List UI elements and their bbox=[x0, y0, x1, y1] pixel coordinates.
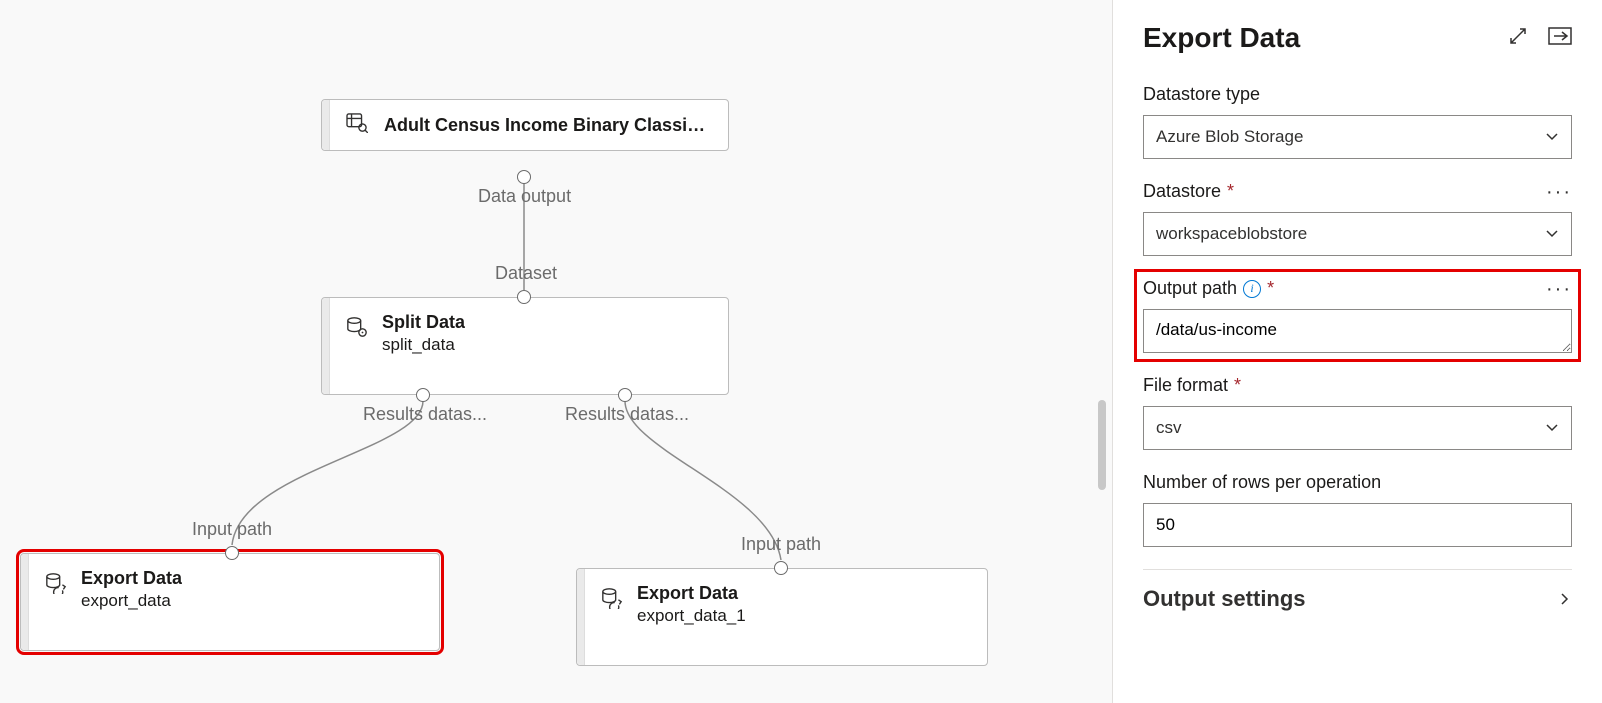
node-accent-bar bbox=[322, 298, 330, 394]
chevron-right-icon bbox=[1558, 592, 1572, 606]
select-value: workspaceblobstore bbox=[1156, 224, 1307, 244]
node-accent-bar bbox=[322, 100, 330, 150]
field-label: Datastore bbox=[1143, 181, 1221, 202]
field-label: File format bbox=[1143, 375, 1228, 396]
node-dataset[interactable]: Adult Census Income Binary Classificatio… bbox=[321, 99, 729, 151]
dock-right-icon[interactable] bbox=[1548, 27, 1572, 50]
required-indicator: * bbox=[1267, 278, 1274, 299]
field-label: Number of rows per operation bbox=[1143, 472, 1572, 493]
field-more-menu[interactable]: ··· bbox=[1546, 278, 1572, 301]
select-value: Azure Blob Storage bbox=[1156, 127, 1303, 147]
node-subtitle: export_data_1 bbox=[637, 606, 746, 626]
info-icon[interactable]: i bbox=[1243, 280, 1261, 298]
port-label: Dataset bbox=[495, 263, 557, 284]
required-indicator: * bbox=[1227, 181, 1234, 202]
field-datastore: Datastore * ··· workspaceblobstore bbox=[1143, 181, 1572, 256]
node-subtitle: split_data bbox=[382, 335, 465, 355]
datastore-select[interactable]: workspaceblobstore bbox=[1143, 212, 1572, 256]
port-label: Input path bbox=[741, 534, 821, 555]
node-split-out-port-1[interactable] bbox=[416, 388, 430, 402]
port-label: Results datas... bbox=[565, 404, 689, 425]
database-gear-icon bbox=[346, 316, 368, 343]
node-title: Adult Census Income Binary Classificatio… bbox=[384, 115, 710, 136]
section-title: Output settings bbox=[1143, 586, 1306, 612]
field-label: Output path bbox=[1143, 278, 1237, 299]
rows-per-op-input[interactable] bbox=[1143, 503, 1572, 547]
select-value: csv bbox=[1156, 418, 1182, 438]
node-accent-bar bbox=[577, 569, 585, 665]
file-format-select[interactable]: csv bbox=[1143, 406, 1572, 450]
node-split-out-port-2[interactable] bbox=[618, 388, 632, 402]
datastore-type-select[interactable]: Azure Blob Storage bbox=[1143, 115, 1572, 159]
chevron-down-icon bbox=[1545, 227, 1559, 241]
node-title: Export Data bbox=[81, 568, 182, 589]
panel-title: Export Data bbox=[1143, 22, 1300, 54]
node-split-in-port[interactable] bbox=[517, 290, 531, 304]
field-output-path: Output path i * ··· bbox=[1143, 278, 1572, 353]
export-icon bbox=[601, 587, 623, 614]
field-rows-per-op: Number of rows per operation bbox=[1143, 472, 1572, 547]
node-export2-in-port[interactable] bbox=[774, 561, 788, 575]
node-split-data[interactable]: Split Data split_data bbox=[321, 297, 729, 395]
dataset-icon bbox=[346, 113, 368, 138]
chevron-down-icon bbox=[1545, 421, 1559, 435]
canvas-scrollbar[interactable] bbox=[1098, 400, 1106, 490]
node-export1-in-port[interactable] bbox=[225, 546, 239, 560]
node-subtitle: export_data bbox=[81, 591, 182, 611]
node-title: Split Data bbox=[382, 312, 465, 333]
expand-icon[interactable] bbox=[1508, 26, 1528, 51]
port-label: Data output bbox=[478, 186, 571, 207]
node-title: Export Data bbox=[637, 583, 746, 604]
output-settings-section[interactable]: Output settings bbox=[1143, 569, 1572, 612]
chevron-down-icon bbox=[1545, 130, 1559, 144]
properties-panel: Export Data Datastore type Azure Blob St… bbox=[1112, 0, 1602, 703]
port-label: Results datas... bbox=[363, 404, 487, 425]
node-accent-bar bbox=[21, 554, 29, 650]
output-path-input[interactable] bbox=[1143, 309, 1572, 353]
port-label: Input path bbox=[192, 519, 272, 540]
field-file-format: File format * csv bbox=[1143, 375, 1572, 450]
node-dataset-out-port[interactable] bbox=[517, 170, 531, 184]
pipeline-canvas[interactable]: Adult Census Income Binary Classificatio… bbox=[0, 0, 1110, 703]
field-datastore-type: Datastore type Azure Blob Storage bbox=[1143, 84, 1572, 159]
field-label: Datastore type bbox=[1143, 84, 1572, 105]
node-export-data-2[interactable]: Export Data export_data_1 bbox=[576, 568, 988, 666]
node-export-data-1[interactable]: Export Data export_data bbox=[20, 553, 440, 651]
field-more-menu[interactable]: ··· bbox=[1546, 181, 1572, 204]
required-indicator: * bbox=[1234, 375, 1241, 396]
export-icon bbox=[45, 572, 67, 599]
